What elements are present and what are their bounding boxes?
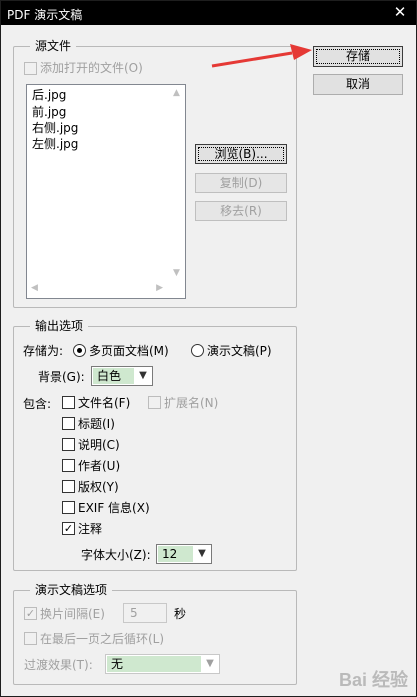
list-item[interactable]: 后.jpg <box>32 88 66 102</box>
include-label: 包含: <box>23 397 52 411</box>
advance-seconds-input[interactable]: 5 <box>123 603 167 623</box>
transition-label: 过渡效果(T): <box>24 658 93 672</box>
filename-checkbox[interactable] <box>62 396 75 409</box>
title-bar: PDF 演示文稿 ✕ <box>1 1 416 25</box>
seconds-label: 秒 <box>174 607 187 621</box>
multipage-label[interactable]: 多页面文档(M) <box>89 344 169 358</box>
remove-button[interactable]: 移去(R) <box>195 201 287 221</box>
annotation-checkbox[interactable]: ✓ <box>62 522 75 535</box>
multipage-radio[interactable] <box>73 344 86 357</box>
output-options-group: 输出选项 存储为: 多页面文档(M) 演示文稿(P) 背景(G): 白色 ▼ 包… <box>13 319 297 571</box>
presentation-label[interactable]: 演示文稿(P) <box>207 344 272 358</box>
exif-checkbox[interactable] <box>62 501 75 514</box>
list-item[interactable]: 左侧.jpg <box>32 137 78 151</box>
close-icon[interactable]: ✕ <box>392 4 408 20</box>
baidu-watermark-logo: Bai 经验 <box>338 670 408 690</box>
author-checkbox[interactable] <box>62 459 75 472</box>
list-item[interactable]: 右侧.jpg <box>32 121 78 135</box>
loop-checkbox[interactable] <box>24 632 37 645</box>
description-label[interactable]: 说明(C) <box>78 438 120 452</box>
background-label: 背景(G): <box>38 370 85 384</box>
list-vertical-scrollbar[interactable]: ▲ ▼ <box>168 85 185 281</box>
chevron-down-icon: ▼ <box>206 658 214 669</box>
window-title: PDF 演示文稿 <box>7 8 83 22</box>
scroll-left-icon[interactable]: ◀ <box>31 283 38 293</box>
author-label[interactable]: 作者(U) <box>78 459 120 473</box>
extension-label[interactable]: 扩展名(N) <box>164 396 218 410</box>
cancel-button[interactable]: 取消 <box>313 74 403 95</box>
save-button[interactable]: 存储 <box>313 46 403 67</box>
output-options-legend: 输出选项 <box>30 319 89 333</box>
font-size-value: 12 <box>158 546 193 562</box>
presentation-radio[interactable] <box>191 344 204 357</box>
copyright-checkbox[interactable] <box>62 480 75 493</box>
scroll-right-icon[interactable]: ▶ <box>156 283 163 293</box>
presentation-options-group: 演示文稿选项 ✓ 换片间隔(E) 5 秒 在最后一页之后循环(L) 过渡效果(T… <box>13 583 297 685</box>
file-list[interactable]: 后.jpg 前.jpg 右侧.jpg 左侧.jpg ▲ ▼ ◀ ▶ <box>26 84 186 299</box>
list-item[interactable]: 前.jpg <box>32 105 66 119</box>
background-value: 白色 <box>93 368 134 384</box>
annotation-label[interactable]: 注释 <box>78 522 102 536</box>
browse-button[interactable]: 浏览(B)... <box>195 144 287 164</box>
advance-checkbox[interactable]: ✓ <box>24 607 37 620</box>
list-horizontal-scrollbar[interactable]: ◀ ▶ <box>27 281 185 298</box>
description-checkbox[interactable] <box>62 438 75 451</box>
source-files-group: 源文件 添加打开的文件(O) 后.jpg 前.jpg 右侧.jpg 左侧.jpg… <box>13 39 297 308</box>
copyright-label[interactable]: 版权(Y) <box>78 480 119 494</box>
extension-checkbox[interactable] <box>148 396 161 409</box>
background-select[interactable]: 白色 ▼ <box>91 366 153 386</box>
scroll-down-icon[interactable]: ▼ <box>168 268 185 278</box>
exif-label[interactable]: EXIF 信息(X) <box>78 501 150 515</box>
source-files-legend: 源文件 <box>30 39 77 53</box>
chevron-down-icon: ▼ <box>139 370 147 381</box>
presentation-options-legend: 演示文稿选项 <box>30 583 113 597</box>
advance-label: 换片间隔(E) <box>40 607 105 621</box>
scroll-up-icon[interactable]: ▲ <box>168 88 185 98</box>
add-open-files-label: 添加打开的文件(O) <box>40 61 143 75</box>
chevron-down-icon: ▼ <box>198 548 206 559</box>
title-checkbox[interactable] <box>62 417 75 430</box>
add-open-files-checkbox[interactable] <box>24 62 37 75</box>
filename-label[interactable]: 文件名(F) <box>78 396 130 410</box>
transition-value: 无 <box>107 656 201 672</box>
save-as-label: 存储为: <box>23 344 64 358</box>
title-option-label[interactable]: 标题(I) <box>78 417 115 431</box>
font-size-label: 字体大小(Z): <box>81 548 151 562</box>
font-size-select[interactable]: 12 ▼ <box>156 544 212 564</box>
loop-label: 在最后一页之后循环(L) <box>40 632 165 646</box>
duplicate-button[interactable]: 复制(D) <box>195 173 287 193</box>
pdf-presentation-dialog: PDF 演示文稿 ✕ 源文件 添加打开的文件(O) 后.jpg 前.jpg 右侧… <box>0 0 417 697</box>
transition-select[interactable]: 无 ▼ <box>105 654 220 674</box>
